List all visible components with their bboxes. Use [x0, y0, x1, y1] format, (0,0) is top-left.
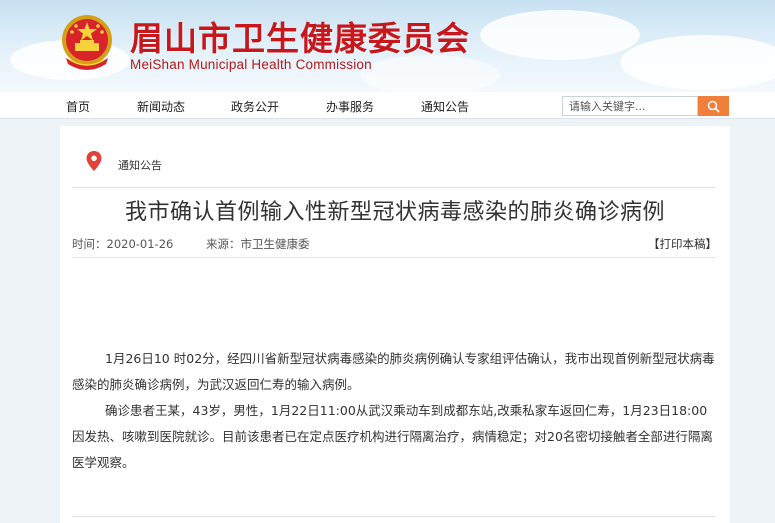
divider: [72, 257, 716, 258]
article-paragraph: 1月26日10 时02分，经四川省新型冠状病毒感染的肺炎病例确认专家组评估确认，…: [72, 351, 715, 392]
article-title: 我市确认首例输入性新型冠状病毒感染的肺炎确诊病例: [124, 200, 665, 225]
publish-time: 时间：2020-01-26: [72, 237, 174, 251]
print-link[interactable]: 【打印本稿】: [648, 236, 717, 252]
search-input[interactable]: [562, 96, 698, 116]
search-icon: [707, 100, 720, 113]
breadcrumb[interactable]: 通知公告: [118, 157, 162, 173]
national-emblem-icon: [62, 15, 112, 70]
nav-item-news[interactable]: 新闻动态: [137, 98, 185, 115]
article-paragraph: 确诊患者王某，43岁，男性，1月22日11:00从武汉乘动车到成都东站,改乘私家…: [72, 403, 713, 470]
nav-item-notices[interactable]: 通知公告: [421, 98, 469, 115]
location-pin-icon: [86, 151, 102, 171]
site-subtitle: MeiShan Municipal Health Commission: [130, 57, 372, 72]
cloud-decoration: [620, 35, 775, 90]
nav-item-government-affairs[interactable]: 政务公开: [231, 98, 279, 115]
divider: [72, 187, 716, 188]
article-source: 来源：市卫生健康委: [206, 237, 310, 251]
nav-item-services[interactable]: 办事服务: [326, 98, 374, 115]
cloud-decoration: [480, 10, 640, 60]
nav-item-home[interactable]: 首页: [66, 98, 90, 115]
search-button[interactable]: [698, 96, 729, 116]
site-title: 眉山市卫生健康委员会: [130, 19, 470, 58]
site-header: 眉山市卫生健康委员会 MeiShan Municipal Health Comm…: [0, 0, 775, 92]
divider: [72, 516, 716, 517]
article-panel: 通知公告 我市确认首例输入性新型冠状病毒感染的肺炎确诊病例 时间：2020-01…: [60, 126, 730, 523]
cloud-decoration: [360, 55, 500, 92]
